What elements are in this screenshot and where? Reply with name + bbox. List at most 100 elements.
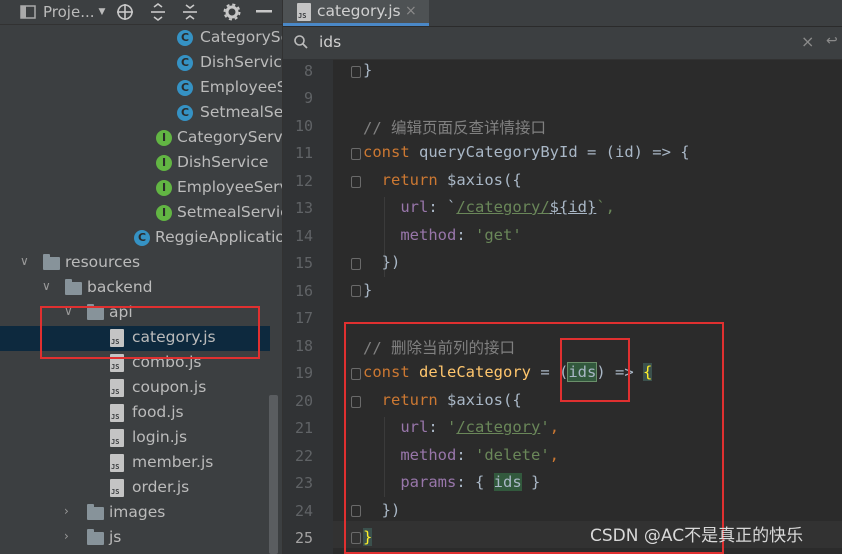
- fold-marker[interactable]: [351, 176, 361, 188]
- chevron-down-icon: ▼: [98, 7, 106, 17]
- code-line[interactable]: method: 'get': [363, 226, 521, 244]
- tree-item-label: food.js: [132, 403, 184, 421]
- tree-item-label: CategoryServi: [177, 128, 288, 146]
- line-gutter: 8 9 10 11 12 13 14 15 16 17 18 19 20 21 …: [283, 59, 333, 554]
- line-number: 11: [294, 144, 313, 162]
- interface-icon: I: [156, 155, 172, 171]
- code-line[interactable]: }: [363, 281, 372, 299]
- js-file-icon: JS: [110, 379, 124, 397]
- interface-icon: I: [156, 180, 172, 196]
- project-panel: Proje... ▼ C CategorySe C DishServiceI C: [0, 0, 296, 554]
- close-icon[interactable]: ×: [405, 3, 417, 19]
- line-number: 23: [294, 474, 313, 492]
- find-bar: ids × ↩: [283, 27, 842, 60]
- tree-item[interactable]: C SetmealSer: [0, 101, 290, 126]
- annotation-box-api-folder: [40, 306, 260, 359]
- tree-item[interactable]: JS food.js: [0, 401, 270, 426]
- line-number: 9: [303, 89, 313, 107]
- line-number: 13: [294, 199, 313, 217]
- chevron-down-icon[interactable]: ∨: [42, 279, 51, 293]
- interface-icon: I: [156, 130, 172, 146]
- code-line[interactable]: const queryCategoryById = (id) => {: [363, 143, 690, 161]
- line-number: 12: [294, 172, 313, 190]
- code-line[interactable]: }: [363, 61, 372, 79]
- tree-item[interactable]: JS login.js: [0, 426, 270, 451]
- project-tree: C CategorySe C DishServiceI C EmployeeS …: [0, 26, 296, 554]
- tree-item[interactable]: ∨ resources: [0, 251, 270, 276]
- tree-item-label: EmployeeServ: [177, 178, 289, 196]
- new-line-icon[interactable]: ↩: [826, 33, 838, 49]
- tree-item-label: DishService: [177, 153, 269, 171]
- hide-panel-icon[interactable]: [256, 0, 272, 24]
- search-icon: [293, 34, 309, 54]
- annotation-box-ids-param: [560, 338, 630, 402]
- line-number-current: 25: [294, 529, 313, 547]
- locate-icon[interactable]: [116, 0, 134, 24]
- tree-item-label: images: [109, 503, 166, 521]
- fold-marker[interactable]: [351, 66, 361, 78]
- code-line[interactable]: // 编辑页面反查详情接口: [363, 116, 546, 138]
- tree-item[interactable]: I SetmealServic: [0, 201, 289, 226]
- tree-item-label: login.js: [132, 428, 188, 446]
- fold-marker[interactable]: [351, 148, 361, 160]
- tree-item-label: ReggieApplicatio: [155, 228, 285, 246]
- class-icon: C: [177, 80, 193, 96]
- tree-item[interactable]: JS order.js: [0, 476, 270, 501]
- tree-item[interactable]: ∨ backend: [0, 276, 270, 301]
- project-scrollbar[interactable]: [269, 395, 278, 554]
- tree-item-label: EmployeeS: [200, 78, 287, 96]
- line-number: 17: [294, 309, 313, 327]
- tree-item[interactable]: I EmployeeServ: [0, 176, 289, 201]
- tree-item[interactable]: I CategoryServi: [0, 126, 287, 151]
- tree-item-label: SetmealSer: [200, 103, 290, 121]
- collapse-all-icon[interactable]: [182, 0, 198, 24]
- class-icon: C: [177, 30, 193, 46]
- gear-icon[interactable]: [223, 0, 241, 24]
- tree-item[interactable]: I DishService: [0, 151, 270, 176]
- code-line[interactable]: url: `/category/${id}`,: [363, 198, 615, 216]
- tab-category-js[interactable]: JS category.js ×: [283, 0, 429, 26]
- js-file-icon: JS: [297, 3, 311, 21]
- tree-item[interactable]: JS member.js: [0, 451, 270, 476]
- project-view-icon[interactable]: [20, 0, 36, 24]
- code-editor: JS category.js × ids × ↩ 8 9 10 11 12 13…: [282, 0, 842, 554]
- tree-item-label: CategorySe: [200, 28, 291, 46]
- tree-item[interactable]: JS coupon.js: [0, 376, 270, 401]
- tree-item[interactable]: C EmployeeS: [0, 76, 287, 101]
- class-icon: C: [177, 55, 193, 71]
- js-file-icon: JS: [110, 454, 124, 472]
- line-number: 24: [294, 502, 313, 520]
- chevron-right-icon[interactable]: ›: [64, 529, 69, 543]
- class-icon: C: [177, 105, 193, 121]
- line-number: 8: [303, 62, 313, 80]
- tree-item-label: member.js: [132, 453, 214, 471]
- tree-item[interactable]: › images: [0, 501, 270, 526]
- tree-item-label: js: [109, 528, 122, 546]
- clear-search-icon[interactable]: ×: [801, 32, 814, 51]
- project-title: Proje...: [43, 3, 95, 21]
- js-file-icon: JS: [110, 404, 124, 422]
- line-number: 16: [294, 282, 313, 300]
- code-line[interactable]: }): [363, 253, 401, 271]
- line-number: 21: [294, 419, 313, 437]
- line-number: 20: [294, 392, 313, 410]
- interface-icon: I: [156, 205, 172, 221]
- search-input[interactable]: ids: [319, 33, 341, 51]
- code-line[interactable]: return $axios({: [363, 171, 522, 189]
- chevron-right-icon[interactable]: ›: [64, 504, 69, 518]
- fold-marker[interactable]: [351, 285, 361, 297]
- tree-item[interactable]: C DishServiceI: [0, 51, 296, 76]
- chevron-down-icon[interactable]: ∨: [20, 254, 29, 268]
- fold-marker[interactable]: [351, 258, 361, 270]
- tree-item[interactable]: › js: [0, 526, 270, 551]
- tree-item[interactable]: C CategorySe: [0, 26, 290, 51]
- project-view-selector[interactable]: Proje... ▼: [43, 0, 105, 24]
- editor-tab-bar: JS category.js ×: [283, 0, 842, 26]
- tree-item-label: coupon.js: [132, 378, 207, 396]
- annotation-box-delete-function: [344, 322, 724, 554]
- line-number: 22: [294, 447, 313, 465]
- spring-app-icon: C: [134, 230, 150, 246]
- expand-all-icon[interactable]: [150, 0, 166, 24]
- tab-label: category.js: [317, 2, 401, 20]
- tree-item[interactable]: C ReggieApplicatio: [0, 226, 285, 251]
